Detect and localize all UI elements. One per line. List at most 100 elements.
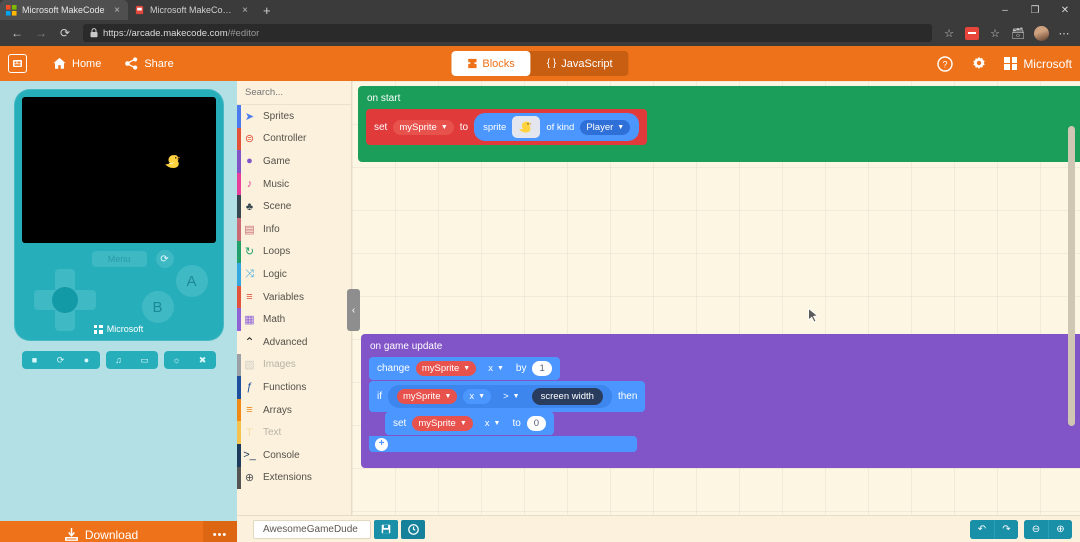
simulator-pane: Menu ⟳ A B Microsoft ■ ⟳ ● ♫ ▭ ☼ ✖ Downl…	[0, 81, 237, 542]
fullscreen-button[interactable]: ▭	[132, 351, 158, 369]
browser-tab-1[interactable]: Microsoft MakeCode Arcade ×	[128, 0, 256, 20]
header-home-button[interactable]: Home	[41, 46, 113, 81]
block-on-start[interactable]: on start set mySprite ▼ to sprite of kind Playe…	[358, 86, 1080, 162]
toolbox-category-music[interactable]: ♪ Music	[237, 172, 351, 196]
new-tab-button[interactable]: +	[256, 2, 278, 20]
download-more-button[interactable]: •••	[203, 521, 237, 542]
collections-icon[interactable]: 🗃	[1008, 23, 1028, 43]
toolbox-category-logic[interactable]: ⤨ Logic	[237, 263, 351, 286]
download-button[interactable]: Download	[0, 521, 203, 542]
toolbox-category-console[interactable]: >_ Console	[237, 443, 351, 467]
block-dropdown-player[interactable]: Player ▼	[580, 119, 631, 135]
toolbox-category-controller[interactable]: ⊜ Controller	[237, 127, 351, 151]
toolbox-category-scene[interactable]: ♣ Scene	[237, 195, 351, 218]
address-bar[interactable]: https://arcade.makecode.com/#editor	[83, 24, 932, 42]
toolbox-category-loops[interactable]: ↻ Loops	[237, 240, 351, 264]
block-dropdown--[interactable]: > ▼	[497, 389, 526, 404]
dpad-control[interactable]	[33, 269, 96, 331]
toolbox-search-row[interactable]	[237, 81, 377, 105]
makecode-logo-icon[interactable]	[8, 54, 27, 73]
toolbox-category-info[interactable]: ▤ Info	[237, 217, 351, 241]
block-set-mysprite-to-sprite[interactable]: set mySprite ▼ to sprite of kind Player ▼	[366, 109, 648, 145]
block-text: if	[377, 391, 382, 402]
chevron-down-icon: ▼	[493, 420, 501, 427]
project-name-input[interactable]: AwesomeGameDude	[253, 519, 371, 539]
simulator-menu-button[interactable]: Menu	[91, 251, 147, 267]
favorites-icon[interactable]: ☆	[985, 23, 1005, 43]
zoom-in-button[interactable]: ⊕	[1048, 519, 1072, 539]
add-else-icon[interactable]: +	[375, 437, 388, 451]
block-on-game-update[interactable]: on game update change mySprite ▼ x ▼ by 1 if mySp…	[361, 334, 1080, 468]
redo-button[interactable]: ↷	[994, 519, 1018, 539]
star-icon[interactable]: ☆	[939, 23, 959, 43]
window-maximize-button[interactable]: ❐	[1020, 0, 1050, 20]
profile-avatar[interactable]	[1031, 23, 1051, 43]
toolbox-category-label: Scene	[263, 201, 292, 213]
chevron-down-icon: ▼	[444, 393, 452, 400]
restart-icon[interactable]: ⟳	[155, 250, 174, 268]
help-icon[interactable]: ?	[928, 46, 962, 81]
block-change-mysprite-x-by[interactable]: change mySprite ▼ x ▼ by 1	[369, 357, 560, 380]
simulator-screen[interactable]	[21, 97, 216, 243]
header-share-button[interactable]: Share	[113, 46, 185, 81]
toolbox-category-variables[interactable]: ≡ Variables	[237, 285, 351, 309]
block-dropdown-mysprite[interactable]: mySprite ▼	[393, 119, 454, 135]
tab-javascript[interactable]: { } JavaScript	[531, 51, 629, 76]
tab-close-icon[interactable]: ×	[112, 5, 122, 16]
forward-icon[interactable]: →	[30, 23, 52, 43]
block-dropdown-x[interactable]: x ▼	[463, 389, 492, 404]
debug-button[interactable]: ●	[74, 351, 100, 369]
blocks-workspace[interactable]: on start set mySprite ▼ to sprite of kind Playe…	[352, 81, 1080, 542]
block-set-mysprite-x-to[interactable]: set mySprite ▼ x ▼ to 0	[385, 412, 555, 435]
workspace-vertical-scrollbar[interactable]	[1068, 126, 1075, 426]
github-button[interactable]	[401, 519, 425, 539]
screenshot-button[interactable]: ☼	[164, 351, 190, 369]
window-minimize-button[interactable]: –	[990, 0, 1020, 20]
block-header[interactable]: on game update	[361, 337, 1080, 357]
block-reporter-group[interactable]: mySprite ▼ x ▼ > ▼ screen width	[388, 385, 612, 408]
back-icon[interactable]: ←	[6, 23, 28, 43]
save-project-button[interactable]	[374, 519, 398, 539]
block-number-field[interactable]: 1	[532, 361, 552, 376]
settings-gear-icon[interactable]	[962, 46, 996, 81]
block-if-footer[interactable]: +	[369, 436, 637, 452]
toolbox-category-functions[interactable]: ƒ Functions	[237, 376, 351, 399]
toolbox-advanced-toggle[interactable]: ⌃ Advanced	[237, 331, 351, 354]
block-header[interactable]: on start	[358, 89, 1080, 109]
sprite-thumbnail[interactable]	[512, 116, 541, 138]
reload-icon[interactable]: ⟳	[54, 23, 76, 43]
toolbox-category-extensions[interactable]: ⊕ Extensions	[237, 466, 351, 490]
toolbox-category-math[interactable]: ▦ Math	[237, 308, 351, 331]
browser-tab-0[interactable]: Microsoft MakeCode ×	[0, 0, 128, 20]
button-b[interactable]: B	[141, 291, 174, 323]
block-dropdown-x[interactable]: x ▼	[482, 361, 510, 376]
block-reporter-screen-width[interactable]: screen width	[531, 388, 603, 405]
toolbox-category-arrays[interactable]: ≡ Arrays	[237, 398, 351, 422]
more-icon[interactable]: ⋯	[1054, 23, 1074, 43]
simulator-toolbar-group-2: ♫ ▭	[105, 351, 158, 369]
restart-button[interactable]: ⟳	[48, 351, 74, 369]
toolbox-category-label: Sprites	[263, 110, 295, 122]
block-dropdown-mysprite[interactable]: mySprite ▼	[412, 416, 473, 431]
button-a[interactable]: A	[175, 265, 208, 297]
zoom-out-button[interactable]: ⊖	[1024, 519, 1048, 539]
share-icon	[125, 57, 138, 70]
tab-close-icon[interactable]: ×	[240, 5, 250, 16]
mute-button[interactable]: ♫	[106, 351, 132, 369]
stop-button[interactable]: ■	[22, 351, 48, 369]
window-close-button[interactable]: ✕	[1050, 0, 1080, 20]
toolbox-collapse-button[interactable]: ‹	[347, 289, 360, 331]
extension-icon[interactable]	[962, 23, 982, 43]
block-number-field[interactable]: 0	[526, 416, 547, 431]
block-dropdown-x[interactable]: x ▼	[478, 416, 507, 431]
undo-button[interactable]: ↶	[970, 519, 994, 539]
block-dropdown-mysprite[interactable]: mySprite ▼	[397, 389, 458, 404]
block-reporter-group[interactable]: sprite of kind Player ▼	[474, 113, 640, 141]
block-dropdown-mysprite[interactable]: mySprite ▼	[415, 361, 477, 376]
toolbox-category-game[interactable]: ● Game	[237, 150, 351, 173]
block-if-then[interactable]: if mySprite ▼ x ▼ > ▼ screen width then	[369, 381, 646, 412]
gif-button[interactable]: ✖	[190, 351, 216, 369]
category-color-stripe	[237, 217, 241, 241]
tab-blocks[interactable]: Blocks	[451, 51, 531, 76]
toolbox-category-sprites[interactable]: ➤ Sprites	[237, 105, 351, 128]
